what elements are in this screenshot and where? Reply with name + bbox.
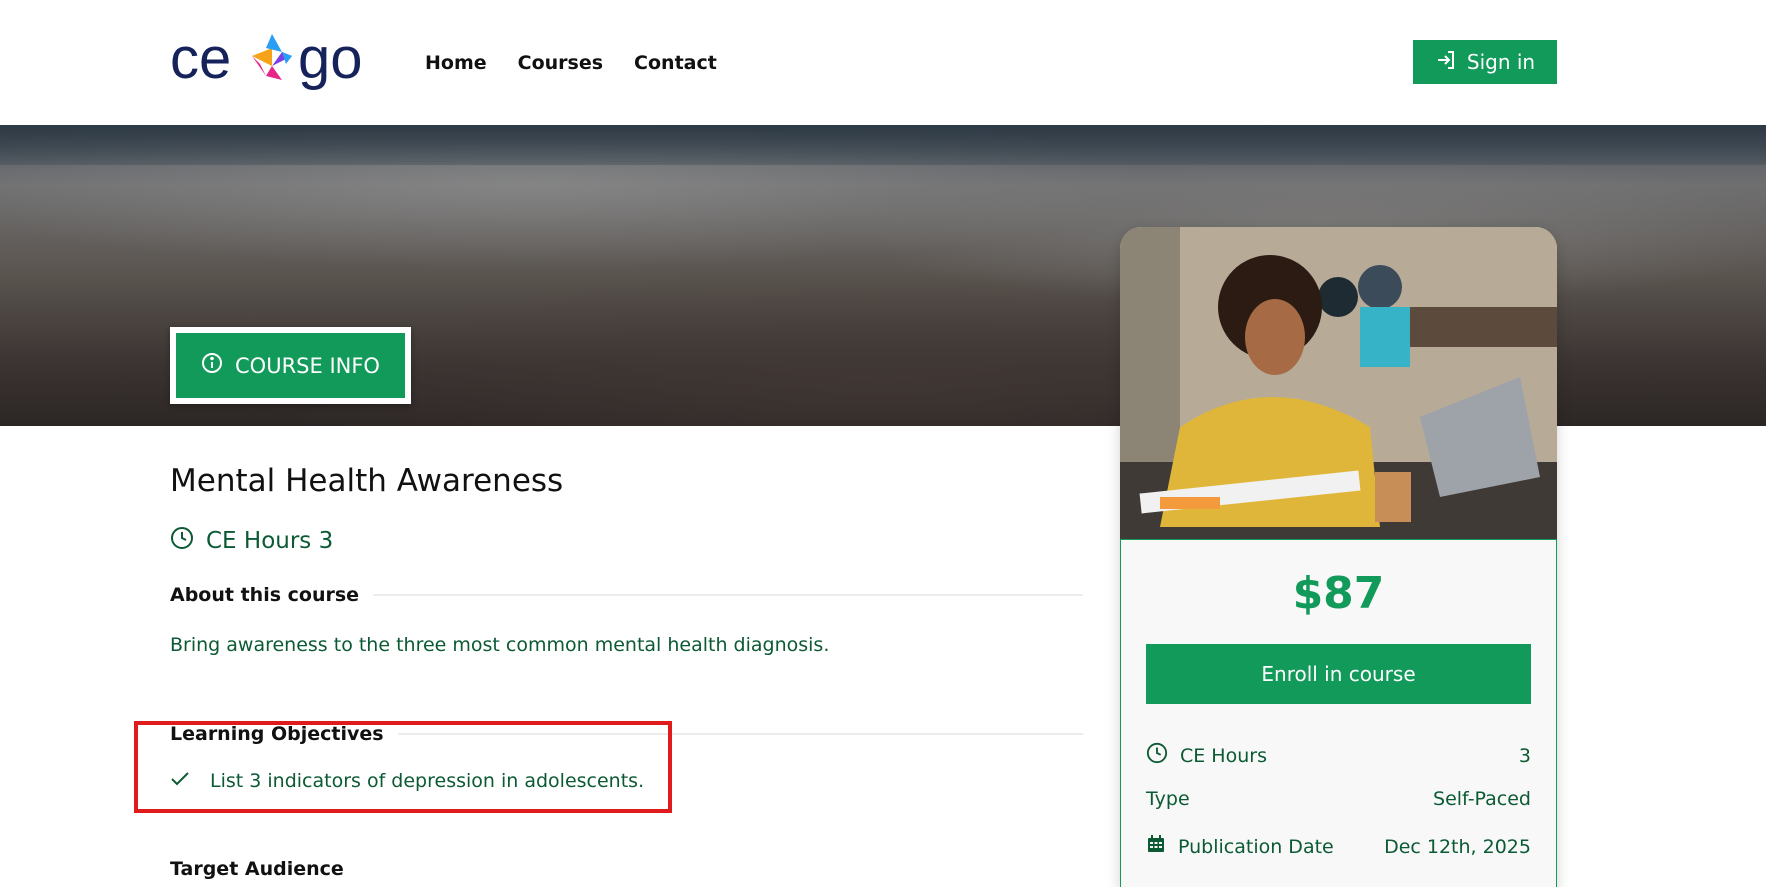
course-info-label: COURSE INFO — [235, 353, 380, 378]
detail-label: Publication Date — [1178, 835, 1334, 858]
detail-ce-hours: CE Hours 3 — [1146, 742, 1531, 769]
course-image — [1120, 227, 1557, 539]
calendar-icon — [1146, 834, 1166, 859]
course-info-inner: COURSE INFO — [176, 333, 405, 398]
course-info-badge[interactable]: COURSE INFO — [170, 327, 411, 404]
detail-value: Self-Paced — [1433, 788, 1531, 810]
divider — [373, 594, 1083, 596]
svg-text:go: go — [298, 30, 363, 91]
sign-in-icon — [1435, 49, 1457, 76]
about-heading-label: About this course — [170, 584, 360, 606]
logo[interactable]: ce go — [170, 30, 380, 96]
nav-courses-link[interactable]: Courses — [518, 52, 603, 74]
clock-icon — [170, 526, 194, 556]
highlight-box — [134, 721, 672, 813]
info-icon — [201, 352, 223, 379]
detail-value: 3 — [1518, 744, 1531, 767]
site-header: ce go Home Courses Contact Sign in — [0, 0, 1766, 125]
detail-publication-date: Publication Date Dec 12th, 2025 — [1146, 834, 1531, 859]
nav-contact-link[interactable]: Contact — [634, 52, 717, 74]
detail-type: Type Self-Paced — [1146, 788, 1531, 810]
target-audience-heading: Target Audience — [170, 858, 344, 880]
detail-label: Type — [1146, 788, 1190, 810]
about-heading: About this course — [170, 584, 1083, 606]
detail-label: CE Hours — [1180, 744, 1267, 767]
ce-hours-label: CE Hours 3 — [206, 528, 334, 554]
about-text: Bring awareness to the three most common… — [170, 634, 830, 656]
nav-home-link[interactable]: Home — [425, 52, 487, 74]
detail-value: Dec 12th, 2025 — [1384, 835, 1531, 858]
mountain-ridge — [0, 125, 1766, 165]
ce-hours: CE Hours 3 — [170, 526, 333, 556]
course-title: Mental Health Awareness — [170, 463, 564, 499]
sign-in-button[interactable]: Sign in — [1413, 40, 1557, 84]
sign-in-label: Sign in — [1466, 50, 1536, 74]
svg-text:ce: ce — [170, 30, 231, 91]
enroll-button[interactable]: Enroll in course — [1146, 644, 1531, 704]
clock-icon — [1146, 742, 1168, 769]
price: $87 — [1292, 568, 1385, 619]
main-nav: Home Courses Contact — [425, 52, 717, 74]
